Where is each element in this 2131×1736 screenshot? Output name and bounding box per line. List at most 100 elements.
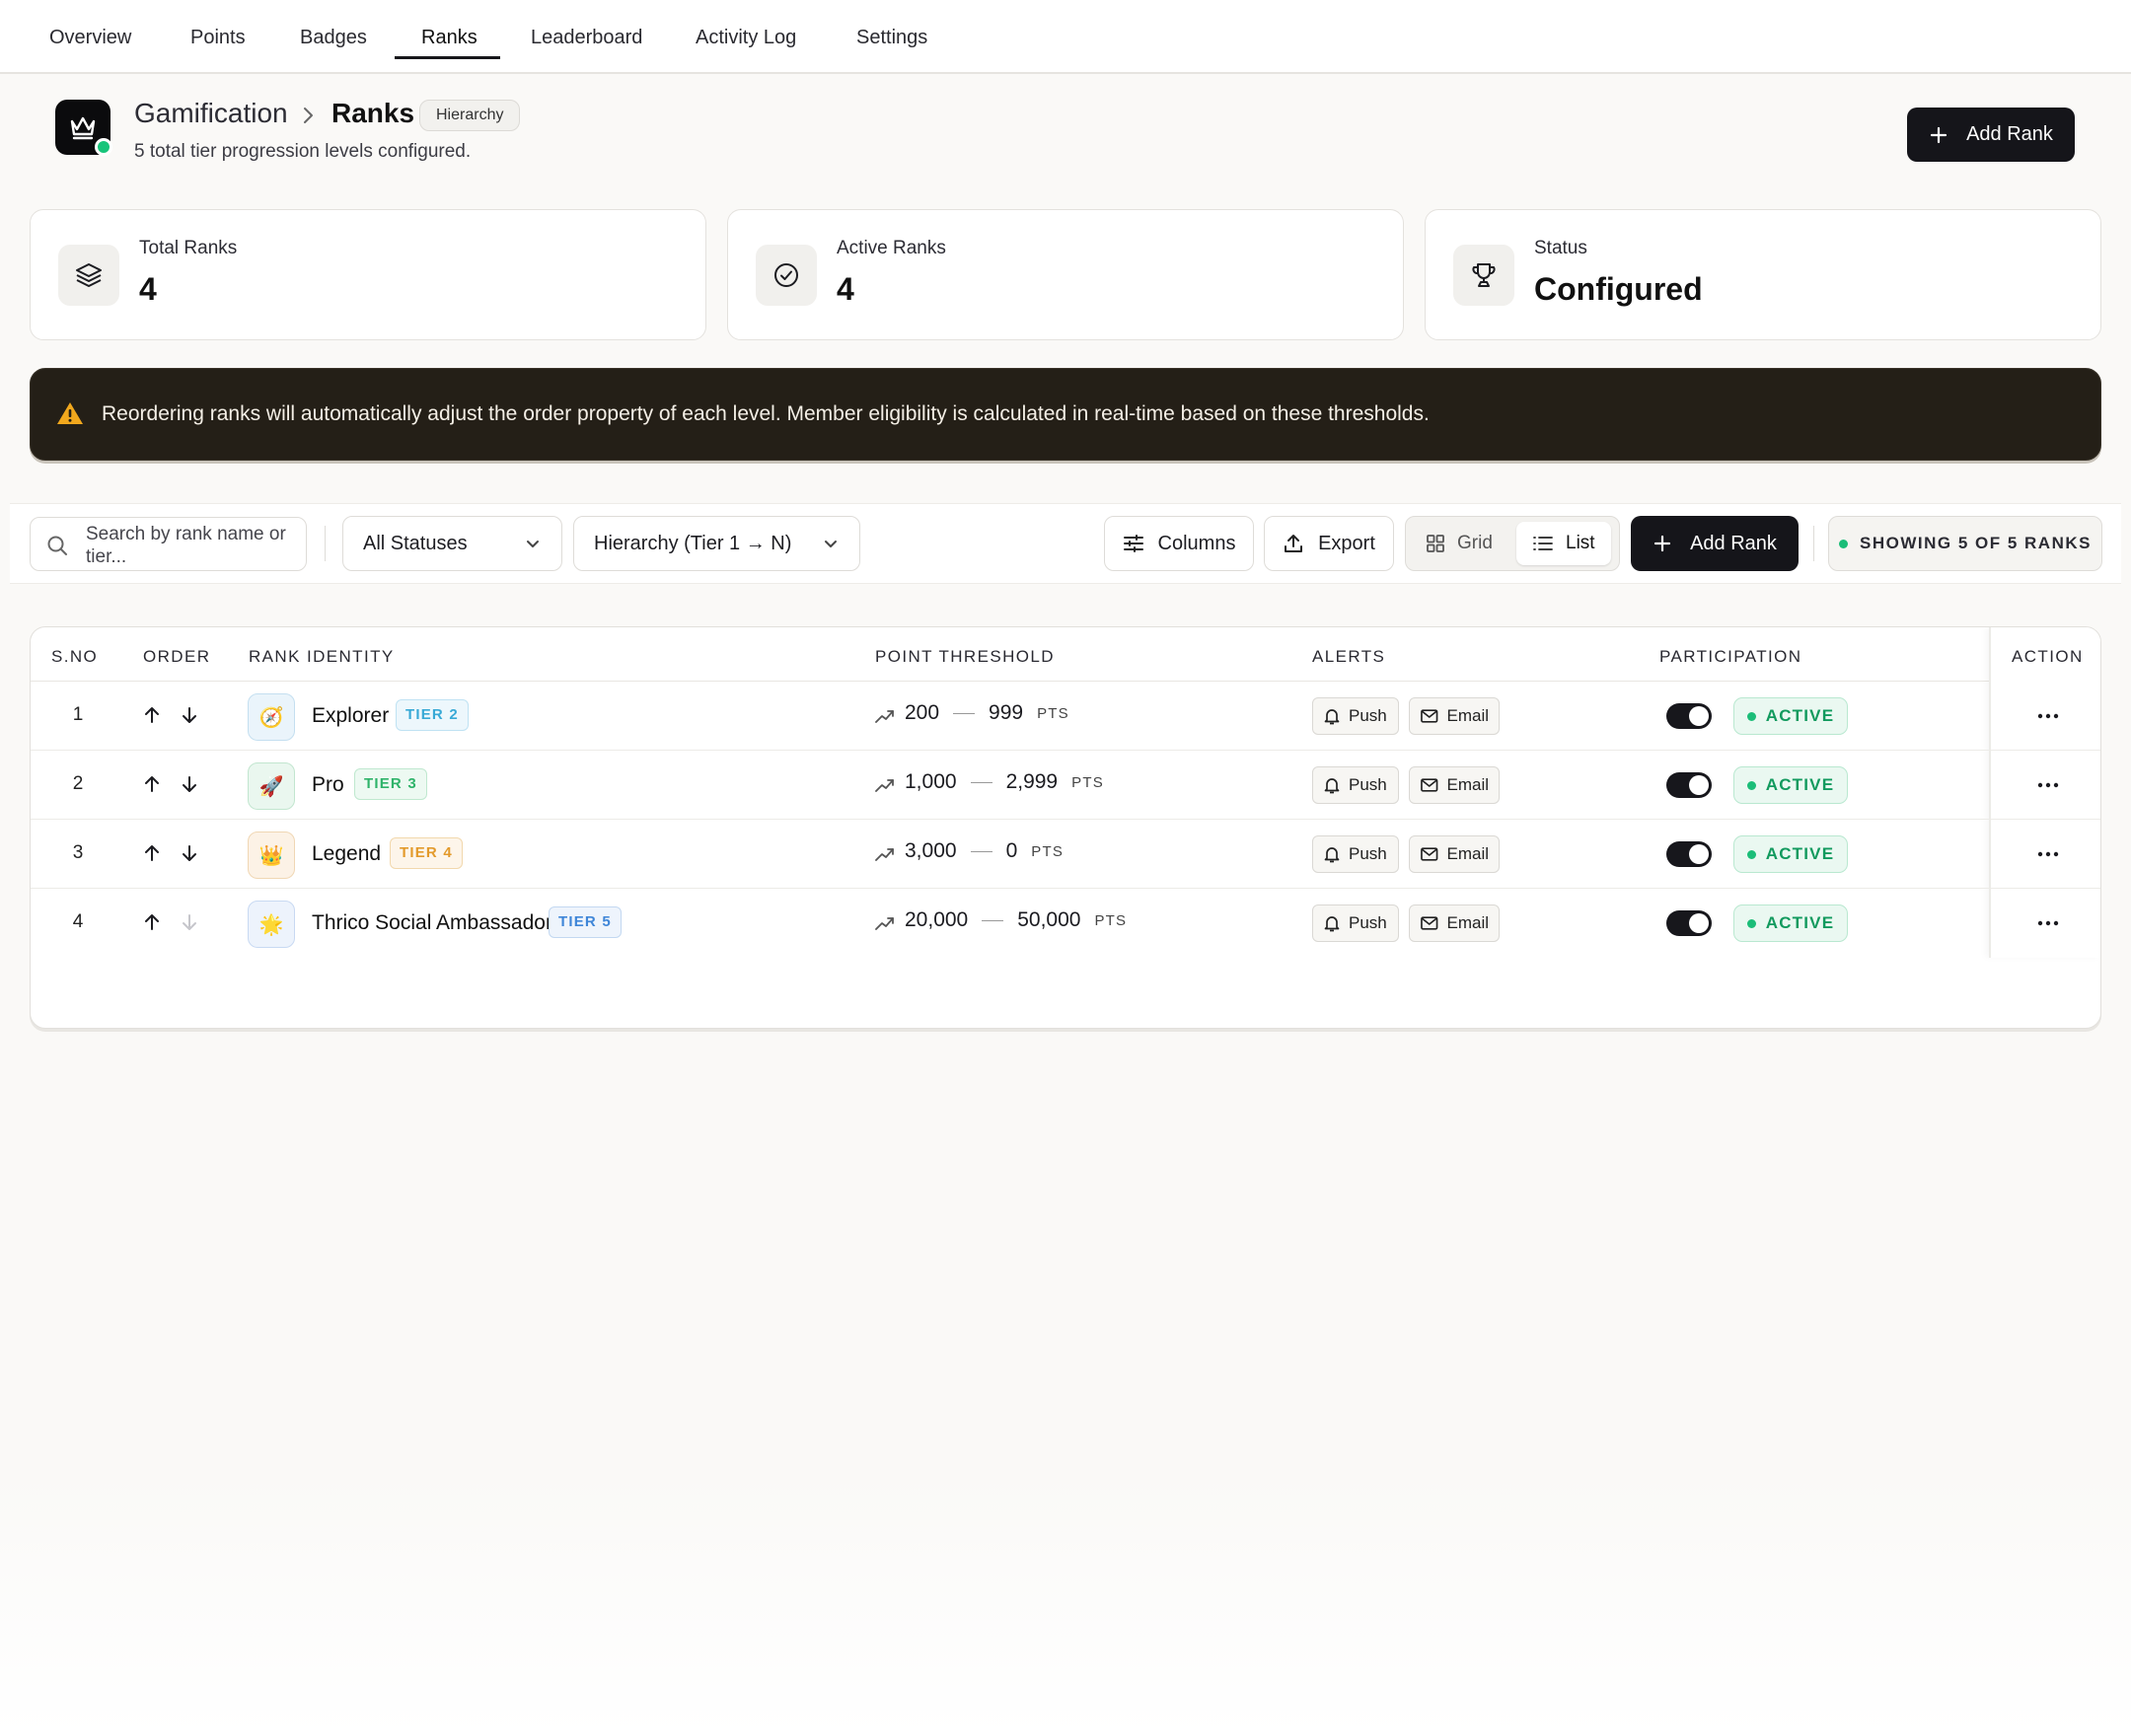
- check-circle-icon: [774, 263, 798, 287]
- column-header-point-threshold: POINT THRESHOLD: [875, 647, 1055, 666]
- toolbar-add-rank-button[interactable]: Add Rank: [1631, 516, 1799, 571]
- view-grid-label: Grid: [1457, 533, 1493, 553]
- status-badge: ACTIVE: [1733, 766, 1848, 804]
- tab-badges[interactable]: Badges: [300, 0, 367, 74]
- stat-value: 4: [139, 271, 157, 307]
- stat-value: Configured: [1534, 271, 1703, 307]
- push-alert-button[interactable]: Push: [1312, 904, 1399, 942]
- plus-icon: [1930, 126, 1947, 143]
- tier-badge: TIER 2: [396, 699, 469, 731]
- column-header-alerts: ALERTS: [1312, 647, 1386, 666]
- move-up-icon[interactable]: [141, 911, 163, 933]
- move-up-icon[interactable]: [141, 842, 163, 864]
- more-actions-icon[interactable]: [2036, 708, 2060, 724]
- view-list-option[interactable]: List: [1516, 522, 1611, 565]
- warning-text: Reordering ranks will automatically adju…: [102, 402, 1430, 425]
- columns-label: Columns: [1157, 532, 1236, 554]
- tier-badge: TIER 3: [354, 768, 427, 800]
- page-subtitle: 5 total tier progression levels configur…: [134, 141, 472, 162]
- tab-ranks[interactable]: Ranks: [421, 0, 478, 74]
- push-alert-button[interactable]: Push: [1312, 835, 1399, 873]
- participation-toggle[interactable]: [1666, 910, 1712, 936]
- search-placeholder: Search by rank name or tier...: [86, 524, 286, 567]
- crown-icon: [70, 116, 96, 140]
- more-actions-icon[interactable]: [2036, 846, 2060, 862]
- stat-value: 4: [837, 271, 854, 307]
- move-down-icon-disabled: [179, 911, 200, 933]
- rank-name: Pro: [312, 773, 344, 796]
- order-filter-select[interactable]: Hierarchy (Tier 1 → N): [573, 516, 860, 571]
- tab-overview[interactable]: Overview: [49, 0, 131, 74]
- threshold-unit: PTS: [1094, 911, 1128, 929]
- chevron-down-icon: [527, 541, 539, 547]
- move-down-icon[interactable]: [179, 842, 200, 864]
- status-badge: ACTIVE: [1733, 904, 1848, 942]
- move-down-icon[interactable]: [179, 773, 200, 795]
- showing-count-text: SHOWING 5 OF 5 RANKS: [1860, 534, 2092, 552]
- export-button[interactable]: Export: [1264, 516, 1394, 571]
- rocket-icon: 🚀: [248, 762, 295, 810]
- threshold-min: 1,000: [905, 770, 957, 793]
- threshold-unit: PTS: [1031, 842, 1065, 860]
- columns-button[interactable]: Columns: [1104, 516, 1254, 571]
- threshold-unit: PTS: [1071, 773, 1104, 791]
- participation-toggle[interactable]: [1666, 841, 1712, 867]
- tab-settings[interactable]: Settings: [856, 0, 927, 74]
- tab-leaderboard[interactable]: Leaderboard: [531, 0, 642, 74]
- participation-toggle[interactable]: [1666, 703, 1712, 729]
- stat-label: Total Ranks: [139, 238, 238, 258]
- grid-icon: [1427, 535, 1444, 552]
- search-input[interactable]: Search by rank name or tier...: [30, 517, 307, 571]
- toolbar-divider: [325, 526, 326, 561]
- trending-up-icon: [875, 777, 895, 793]
- table-row: 3 👑 Legend TIER 4 3,000 0 PTS Push Email: [31, 820, 2100, 889]
- column-header-sno: S.NO: [51, 647, 99, 666]
- stat-label: Status: [1534, 238, 1587, 258]
- mail-icon: [1421, 847, 1438, 861]
- table-row: 1 🧭 Explorer TIER 2 200 999 PTS Push Ema…: [31, 682, 2100, 751]
- add-rank-label: Add Rank: [1966, 123, 2053, 145]
- breadcrumb-root[interactable]: Gamification: [134, 98, 288, 129]
- compass-icon: 🧭: [248, 693, 295, 741]
- row-sno: 2: [72, 773, 84, 794]
- more-actions-icon[interactable]: [2036, 777, 2060, 793]
- threshold-max: 50,000: [1017, 908, 1081, 931]
- push-alert-button[interactable]: Push: [1312, 697, 1399, 735]
- tab-points[interactable]: Points: [190, 0, 246, 74]
- participation-toggle[interactable]: [1666, 772, 1712, 798]
- add-rank-button[interactable]: Add Rank: [1907, 108, 2075, 162]
- point-threshold: 3,000 0 PTS: [905, 839, 1064, 863]
- layers-icon: [76, 263, 102, 287]
- star-icon: 🌟: [248, 901, 295, 948]
- trending-up-icon: [875, 915, 895, 931]
- row-sno: 4: [72, 911, 84, 932]
- push-alert-button[interactable]: Push: [1312, 766, 1399, 804]
- page-title: Ranks: [331, 98, 415, 128]
- tab-activity-log[interactable]: Activity Log: [696, 0, 796, 74]
- email-alert-button[interactable]: Email: [1409, 835, 1500, 873]
- threshold-max: 999: [989, 701, 1024, 724]
- point-threshold: 20,000 50,000 PTS: [905, 908, 1127, 932]
- table-toolbar: [10, 503, 2121, 584]
- ranks-table: S.NO ORDER RANK IDENTITY POINT THRESHOLD…: [30, 626, 2101, 1029]
- search-icon: [46, 535, 68, 556]
- upload-icon: [1285, 535, 1303, 552]
- point-threshold: 1,000 2,999 PTS: [905, 770, 1104, 794]
- view-list-label: List: [1566, 533, 1595, 553]
- move-up-icon[interactable]: [141, 773, 163, 795]
- chevron-right-icon: [297, 105, 319, 126]
- move-up-icon[interactable]: [141, 704, 163, 726]
- point-threshold: 200 999 PTS: [905, 701, 1069, 725]
- move-down-icon[interactable]: [179, 704, 200, 726]
- column-header-action: ACTION: [2012, 647, 2084, 666]
- status-filter-select[interactable]: All Statuses: [342, 516, 562, 571]
- tier-badge: TIER 5: [549, 906, 622, 938]
- status-dot: [1839, 539, 1849, 548]
- threshold-min: 200: [905, 701, 940, 724]
- more-actions-icon[interactable]: [2036, 915, 2060, 931]
- email-alert-button[interactable]: Email: [1409, 904, 1500, 942]
- view-grid-option[interactable]: Grid: [1410, 522, 1508, 565]
- email-alert-button[interactable]: Email: [1409, 766, 1500, 804]
- email-alert-button[interactable]: Email: [1409, 697, 1500, 735]
- rank-name: Thrico Social Ambassador: [312, 911, 552, 934]
